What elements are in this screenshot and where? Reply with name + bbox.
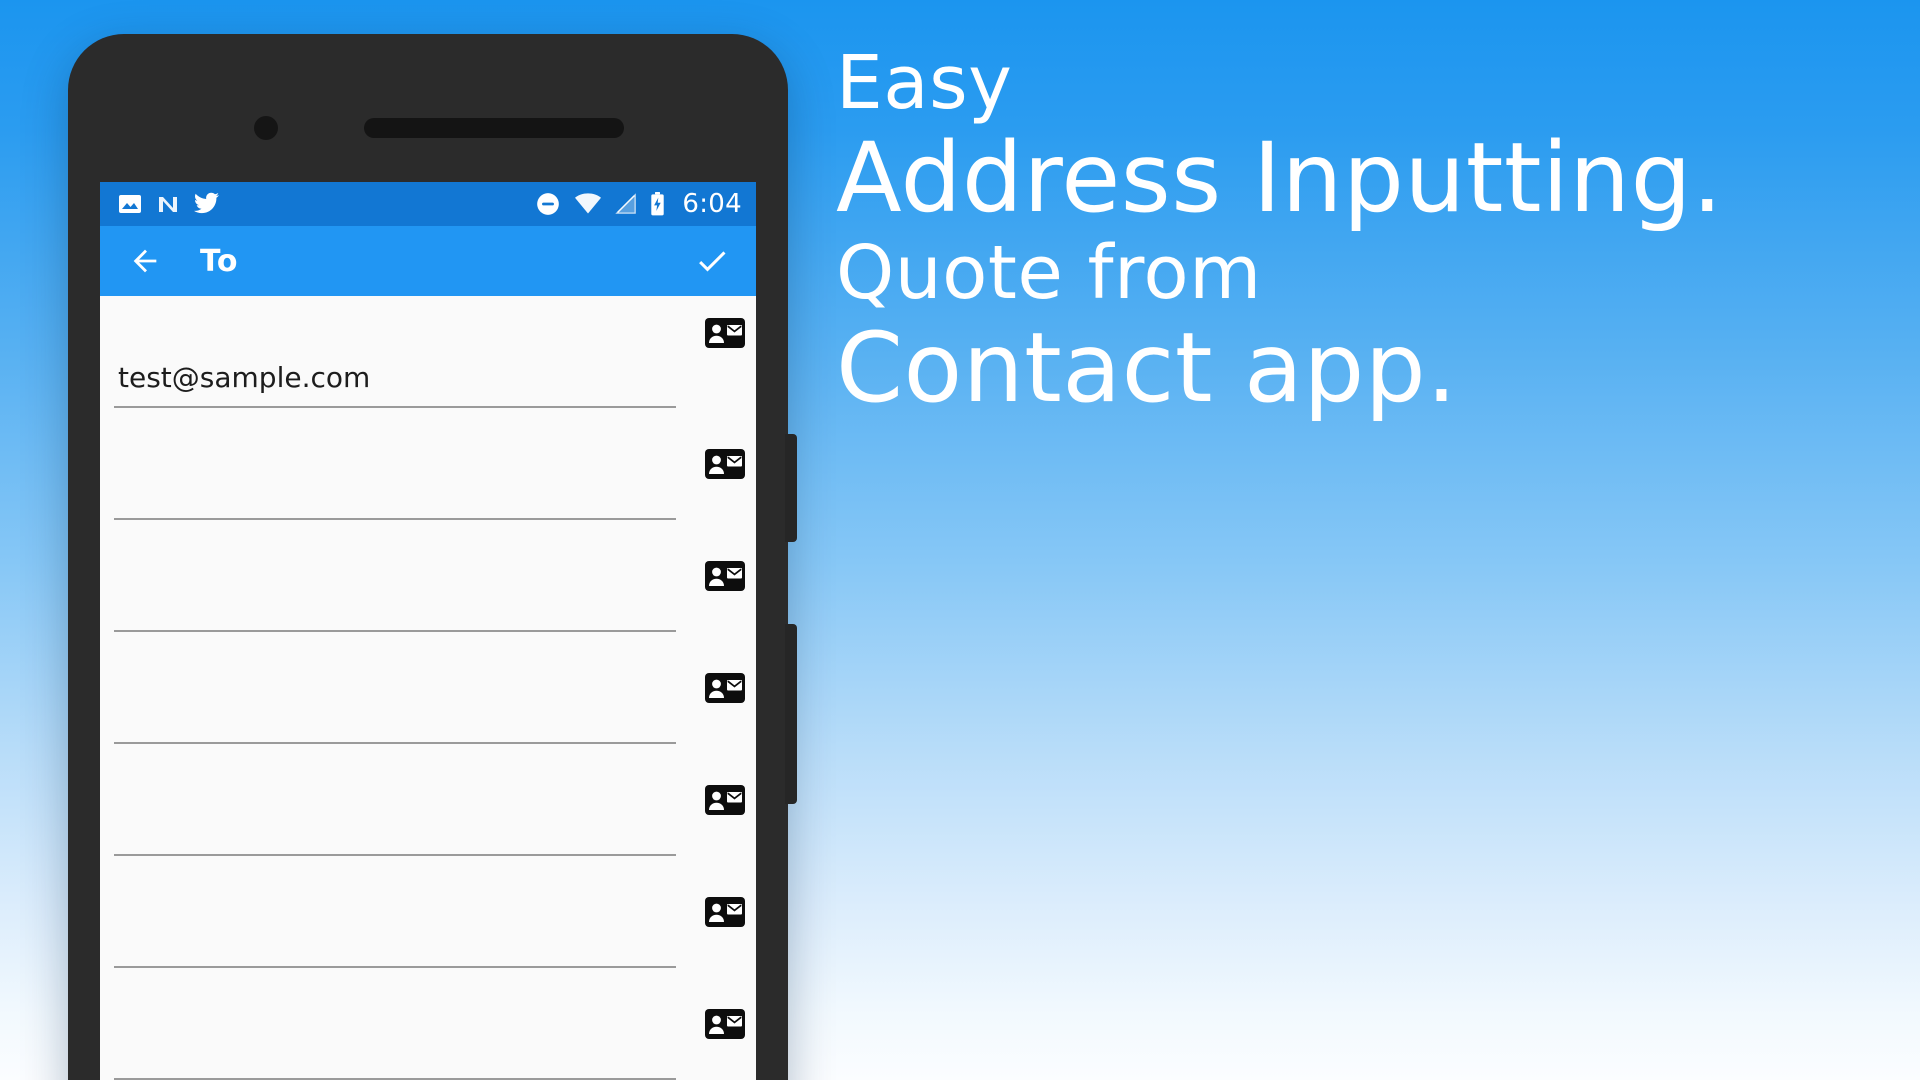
image-icon xyxy=(119,195,141,213)
contact-card-icon[interactable] xyxy=(694,408,756,520)
address-row xyxy=(100,856,756,968)
twitter-bird-icon xyxy=(194,192,219,214)
volume-button[interactable] xyxy=(785,624,797,804)
promo-stage: 6:04 To test@sample.com Easy Address Inp… xyxy=(0,0,1920,1080)
app-bar: To xyxy=(100,226,756,296)
address-input[interactable] xyxy=(114,968,676,1080)
status-clock: 6:04 xyxy=(682,189,742,219)
address-value xyxy=(114,712,676,742)
address-row: test@sample.com xyxy=(100,296,756,408)
address-row xyxy=(100,632,756,744)
address-row xyxy=(100,744,756,856)
address-value xyxy=(114,824,676,854)
address-input[interactable]: test@sample.com xyxy=(114,296,676,408)
contact-card-icon[interactable] xyxy=(694,744,756,856)
phone-top-bezel xyxy=(68,34,788,182)
contact-card-icon[interactable] xyxy=(694,296,756,408)
check-icon[interactable] xyxy=(690,239,734,283)
address-value xyxy=(114,600,676,630)
promo-line-3: Quote from xyxy=(836,230,1262,317)
address-input[interactable] xyxy=(114,632,676,744)
address-value xyxy=(114,936,676,966)
address-value xyxy=(114,1048,676,1078)
contact-card-icon[interactable] xyxy=(694,520,756,632)
address-input[interactable] xyxy=(114,856,676,968)
status-bar: 6:04 xyxy=(100,182,756,226)
speaker-grille-icon xyxy=(364,118,624,138)
nova-n-icon xyxy=(159,197,177,212)
promo-line-2: Address Inputting. xyxy=(836,121,1724,234)
address-row xyxy=(100,968,756,1080)
promo-copy: Easy Address Inputting. Quote from Conta… xyxy=(836,42,1856,423)
page-title: To xyxy=(200,243,238,279)
contact-card-icon[interactable] xyxy=(694,632,756,744)
address-value: test@sample.com xyxy=(118,361,371,394)
address-input[interactable] xyxy=(114,744,676,856)
promo-line-4: Contact app. xyxy=(836,312,1458,425)
address-row xyxy=(100,520,756,632)
contact-card-icon[interactable] xyxy=(694,968,756,1080)
status-notification-icons xyxy=(118,192,220,216)
do-not-disturb-icon xyxy=(537,193,560,215)
address-value xyxy=(114,488,676,518)
battery-charging-icon xyxy=(651,192,665,216)
status-system-icons: 6:04 xyxy=(535,189,742,219)
address-row xyxy=(100,408,756,520)
promo-line-1: Easy xyxy=(836,40,1013,126)
wifi-icon xyxy=(575,193,602,214)
cell-signal-off-icon xyxy=(615,193,637,214)
arrow-back-icon[interactable] xyxy=(124,240,166,282)
phone-mockup: 6:04 To test@sample.com xyxy=(68,34,797,1080)
phone-screen: 6:04 To test@sample.com xyxy=(100,182,756,1080)
address-input[interactable] xyxy=(114,408,676,520)
address-list: test@sample.com xyxy=(100,296,756,1080)
contact-card-icon[interactable] xyxy=(694,856,756,968)
camera-dot-icon xyxy=(254,116,278,140)
power-button[interactable] xyxy=(785,434,797,542)
address-input[interactable] xyxy=(114,520,676,632)
